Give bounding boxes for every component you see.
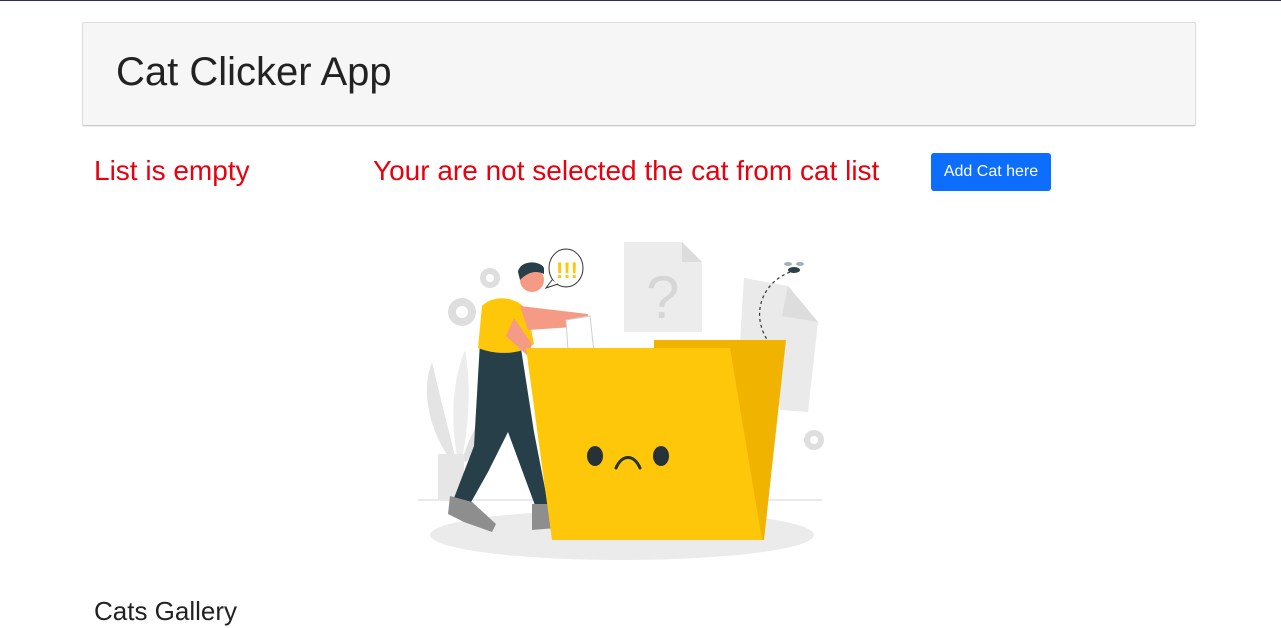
gear-icon xyxy=(480,268,500,288)
top-border xyxy=(0,0,1281,1)
add-cat-button[interactable]: Add Cat here xyxy=(931,153,1051,191)
alert-text: !!! xyxy=(556,258,578,283)
folder-front xyxy=(526,348,762,540)
held-paper xyxy=(565,315,595,353)
gear-icon xyxy=(804,430,824,450)
empty-folder-illustration: ? !!! xyxy=(418,242,824,560)
gallery-title: Cats Gallery xyxy=(94,596,238,626)
app-header: Cat Clicker App xyxy=(82,22,1196,126)
app-title: Cat Clicker App xyxy=(116,50,392,94)
list-empty-message: List is empty xyxy=(94,155,250,186)
bug-icon xyxy=(784,262,804,273)
no-selection-message: Your are not selected the cat from cat l… xyxy=(373,155,880,186)
question-mark: ? xyxy=(646,264,679,331)
alert-speech-bubble: !!! xyxy=(544,248,584,289)
question-paper: ? xyxy=(624,242,702,332)
gear-icon xyxy=(448,298,476,326)
